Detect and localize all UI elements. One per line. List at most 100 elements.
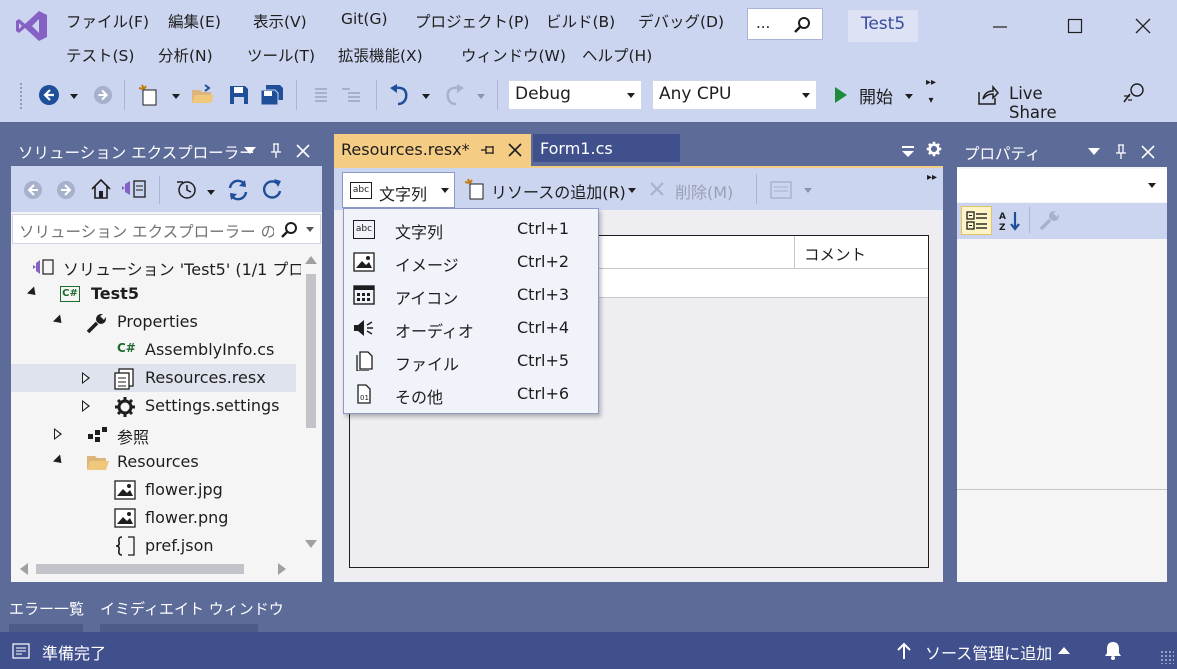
scrollbar-thumb[interactable] [306,274,316,428]
tree-item-flower-jpg[interactable]: flower.jpg [11,476,296,504]
toolbar-overflow-icon[interactable]: ▸▸ [927,172,937,183]
expanded-arrow-icon[interactable] [52,454,66,467]
menu-item-image[interactable]: イメージ Ctrl+2 [344,245,598,278]
tree-item-resources-resx[interactable]: Resources.resx [11,364,296,392]
undo-dropdown-icon[interactable] [422,94,430,99]
panel-dropdown-icon[interactable] [244,147,256,154]
new-project-icon[interactable] [136,82,162,108]
close-panel-icon[interactable] [295,143,311,159]
tab-resources-resx[interactable]: Resources.resx* [334,134,531,166]
navigate-forward-icon[interactable] [90,82,116,108]
menu-item-audio[interactable]: オーディオ Ctrl+4 [344,311,598,344]
source-control-button[interactable]: ソース管理に追加 [895,636,1075,666]
resize-grip-icon[interactable] [1160,650,1174,664]
sync-icon[interactable] [226,178,250,202]
scrollbar-thumb[interactable] [36,564,244,574]
view-mode-button[interactable] [768,176,818,204]
menu-extensions[interactable]: 拡張機能(X) [338,44,423,66]
pin-icon[interactable] [269,143,283,159]
menu-analyze[interactable]: 分析(N) [158,44,213,66]
back-icon[interactable] [23,180,43,200]
close-panel-icon[interactable] [1140,144,1156,160]
undo-icon[interactable] [386,82,414,108]
menu-help[interactable]: ヘルプ(H) [582,44,652,66]
settings-gear-icon[interactable] [926,141,942,157]
tree-horizontal-scrollbar[interactable] [11,560,302,578]
bottom-tab-immediate-window[interactable]: イミディエイト ウィンドウ [100,596,284,632]
menu-git[interactable]: Git(G) [341,10,388,28]
delete-resource-button[interactable]: 削除(M) [647,174,747,206]
tree-item-assemblyinfo[interactable]: C# AssemblyInfo.cs [11,336,296,364]
pending-changes-filter-icon[interactable] [175,178,199,200]
tree-item-pref-json[interactable]: pref.json [11,532,296,560]
menu-item-file[interactable]: ファイル Ctrl+5 [344,344,598,377]
tab-form1-cs[interactable]: Form1.cs [533,134,680,162]
new-project-dropdown-icon[interactable] [172,94,180,99]
menu-window[interactable]: ウィンドウ(W) [461,44,566,66]
menu-build[interactable]: ビルド(B) [546,10,615,32]
save-all-icon[interactable] [258,82,286,108]
panel-dropdown-icon[interactable] [1088,148,1100,155]
switch-views-icon[interactable] [121,178,147,200]
tree-item-project[interactable]: C# Test5 [11,280,296,308]
add-resource-dropdown-icon[interactable] [628,188,636,193]
properties-object-select[interactable] [957,169,1167,202]
add-resource-button[interactable]: リソースの追加(R) [464,174,639,206]
menu-item-string[interactable]: abc 文字列 Ctrl+1 [344,212,598,245]
expanded-arrow-icon[interactable] [52,314,66,327]
scroll-left-arrow-icon[interactable] [20,563,28,575]
resource-type-button[interactable]: abc 文字列 [342,172,455,208]
comment-lines-icon[interactable] [306,82,332,108]
solution-platform-select[interactable]: Any CPU [652,80,817,110]
forward-icon[interactable] [56,180,76,200]
collapsed-arrow-icon[interactable] [82,400,90,412]
solution-configuration-select[interactable]: Debug [508,80,642,110]
property-pages-icon[interactable] [1039,209,1061,231]
home-icon[interactable] [90,178,112,200]
search-options-dropdown-icon[interactable] [306,227,314,232]
menu-item-other[interactable]: 01 その他 Ctrl+6 [344,377,598,410]
redo-dropdown-icon[interactable] [477,94,485,99]
menu-tools[interactable]: ツール(T) [247,44,315,66]
open-file-icon[interactable] [190,82,216,108]
comment-column-header[interactable]: コメント [804,243,866,265]
tree-item-flower-png[interactable]: flower.png [11,504,296,532]
menu-view[interactable]: 表示(V) [253,10,307,32]
visual-studio-logo-icon[interactable] [14,8,50,44]
refresh-icon[interactable] [261,178,283,200]
navigate-back-icon[interactable] [36,82,62,108]
menu-edit[interactable]: 編集(E) [168,10,221,32]
menu-file[interactable]: ファイル(F) [66,10,149,32]
maximize-icon[interactable] [1060,12,1090,40]
bottom-tab-error-list[interactable]: エラー一覧 [9,596,84,632]
redo-icon[interactable] [440,82,468,108]
uncomment-lines-icon[interactable] [338,82,364,108]
feedback-icon[interactable] [1120,80,1148,108]
pin-icon[interactable] [1114,144,1128,160]
filter-dropdown-icon[interactable] [207,190,215,195]
tree-item-settings[interactable]: Settings.settings [11,392,296,420]
output-status-icon[interactable] [12,643,30,659]
pin-tab-icon[interactable] [480,143,496,157]
scroll-up-arrow-icon[interactable] [305,256,317,264]
menu-debug[interactable]: デバッグ(D) [638,10,724,32]
notifications-bell-icon[interactable] [1103,640,1123,660]
tree-item-resources-folder[interactable]: Resources [11,448,296,476]
start-dropdown-icon[interactable] [905,94,913,99]
view-mode-dropdown-icon[interactable] [804,188,812,193]
navigate-back-dropdown-icon[interactable] [70,94,78,99]
tree-item-references[interactable]: 参照 [11,420,296,448]
tree-item-solution[interactable]: ソリューション 'Test5' (1/1 プロジェクト) [11,252,301,280]
tab-list-dropdown-icon[interactable] [902,144,914,157]
close-tab-icon[interactable] [508,143,522,157]
menu-project[interactable]: プロジェクト(P) [415,10,529,32]
scroll-down-arrow-icon[interactable] [305,540,317,548]
menu-test[interactable]: テスト(S) [66,44,134,66]
alphabetical-icon[interactable]: AZ [998,210,1022,232]
collapsed-arrow-icon[interactable] [54,428,62,440]
live-share-button[interactable]: Live Share [975,80,1095,122]
categorized-button[interactable] [961,206,992,235]
toolbar-overflow-icon[interactable]: ▸▸ ▾ [924,78,938,114]
save-icon[interactable] [226,82,252,108]
minimize-icon[interactable] [985,12,1015,40]
